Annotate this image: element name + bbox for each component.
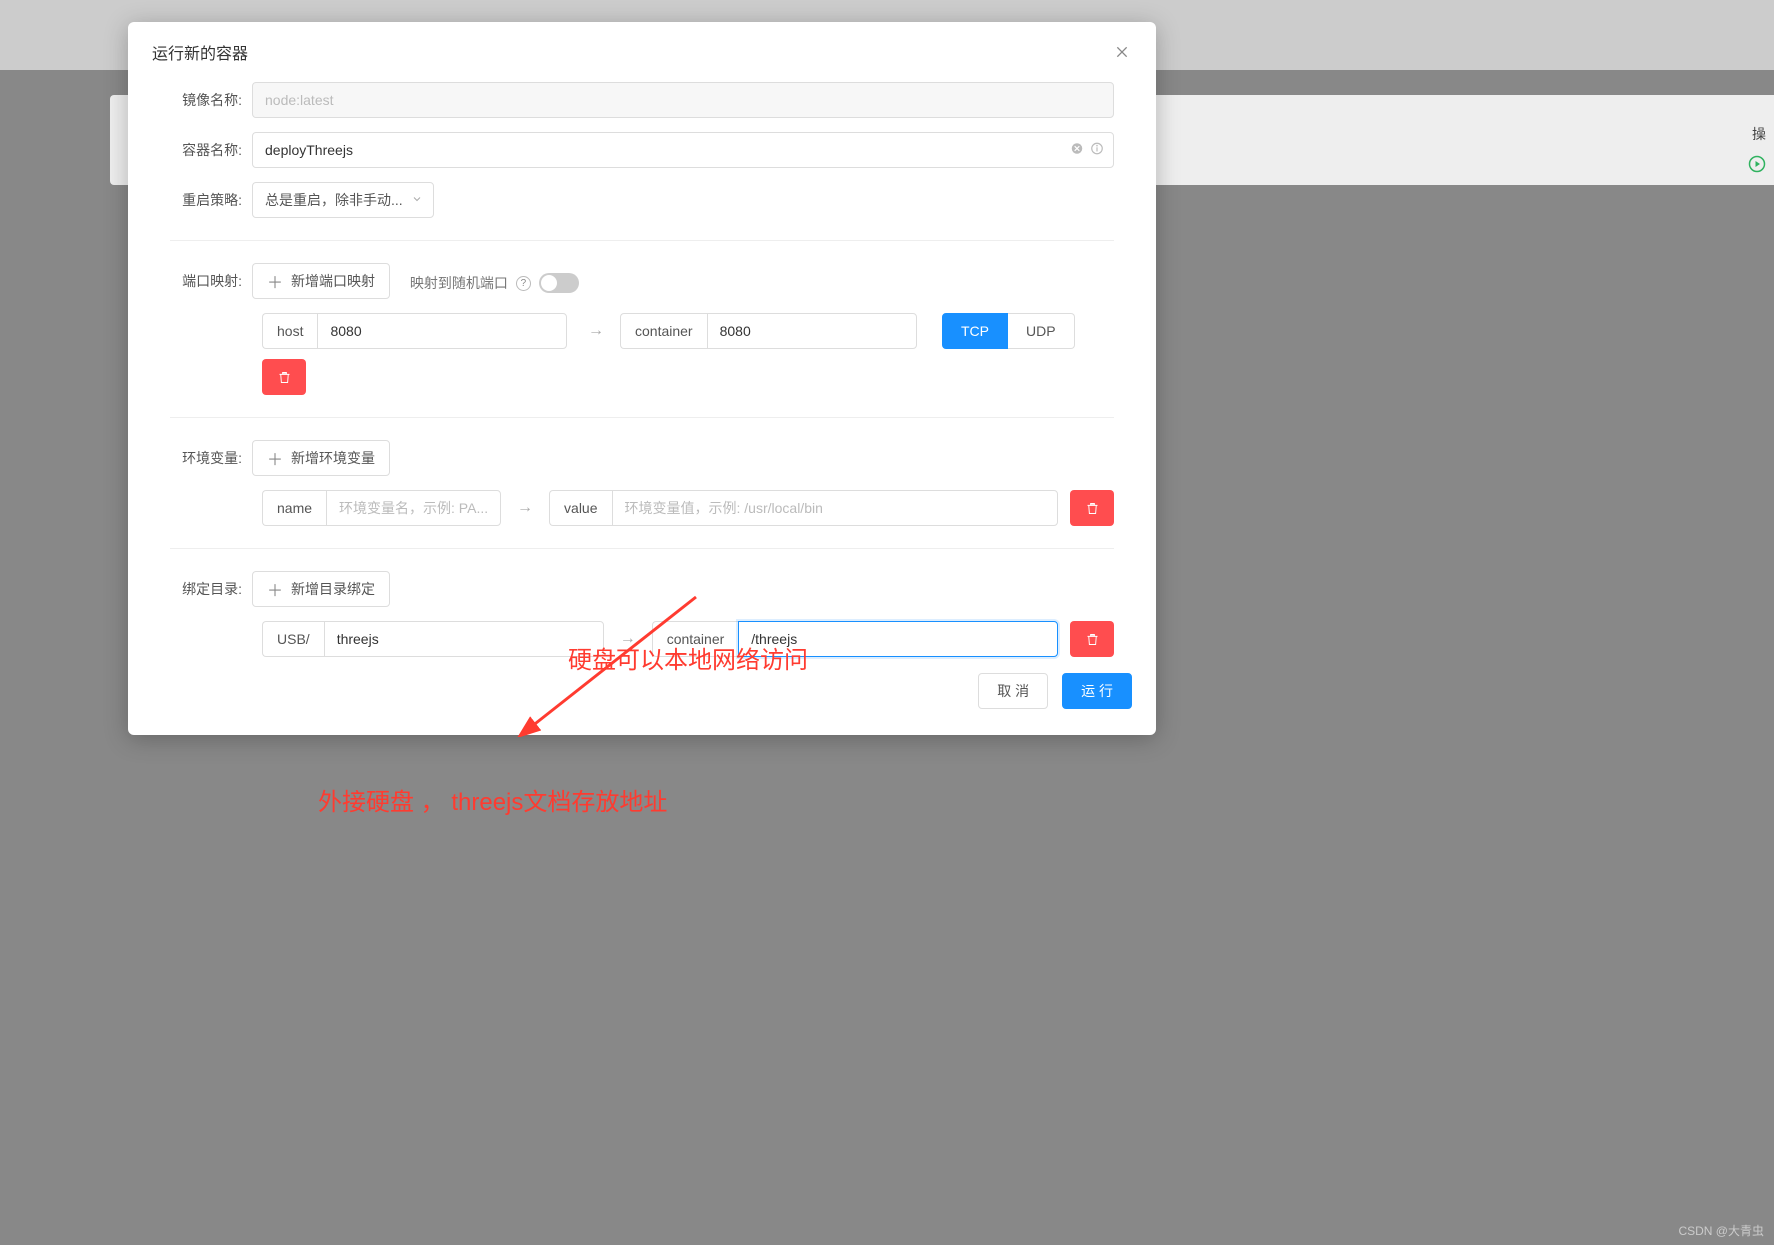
bind-container-input[interactable]	[738, 621, 1058, 657]
trash-icon	[277, 370, 292, 385]
add-env-button[interactable]: ＋ 新增环境变量	[252, 440, 390, 476]
bg-column-header: 操	[1752, 124, 1766, 144]
add-env-label: 新增环境变量	[291, 448, 375, 468]
arrow-right-icon: →	[616, 630, 640, 648]
env-name-input[interactable]	[326, 490, 501, 526]
env-var-label: 环境变量:	[170, 448, 252, 468]
random-port-label: 映射到随机端口	[410, 273, 508, 293]
clear-icon[interactable]	[1070, 142, 1084, 159]
container-port-input[interactable]	[707, 313, 917, 349]
arrow-right-icon: →	[584, 322, 608, 340]
cancel-button[interactable]: 取 消	[978, 673, 1048, 709]
trash-icon	[1085, 501, 1100, 516]
bind-host-input[interactable]	[324, 621, 604, 657]
plus-icon: ＋	[267, 269, 283, 293]
plus-icon: ＋	[267, 577, 283, 601]
image-name-input[interactable]	[252, 82, 1114, 118]
port-mapping-label: 端口映射:	[170, 271, 252, 291]
restart-policy-label: 重启策略:	[170, 190, 252, 210]
trash-icon	[1085, 632, 1100, 647]
modal-title: 运行新的容器	[152, 40, 248, 64]
chevron-down-icon	[411, 192, 423, 208]
add-port-button[interactable]: ＋ 新增端口映射	[252, 263, 390, 299]
add-bind-label: 新增目录绑定	[291, 579, 375, 599]
delete-port-button[interactable]	[262, 359, 306, 395]
help-icon[interactable]: ?	[516, 276, 531, 291]
host-port-prefix: host	[262, 313, 317, 349]
bind-container-prefix: container	[652, 621, 739, 657]
udp-button[interactable]: UDP	[1008, 313, 1075, 349]
delete-env-button[interactable]	[1070, 490, 1114, 526]
bind-host-prefix: USB/	[262, 621, 324, 657]
arrow-right-icon: →	[513, 499, 537, 517]
play-icon	[1748, 155, 1766, 176]
container-port-prefix: container	[620, 313, 707, 349]
delete-bind-button[interactable]	[1070, 621, 1114, 657]
plus-icon: ＋	[267, 446, 283, 470]
add-port-label: 新增端口映射	[291, 271, 375, 291]
run-container-modal: 运行新的容器 镜像名称: 容器名称: 重启策略:	[128, 22, 1156, 735]
tcp-button[interactable]: TCP	[942, 313, 1008, 349]
info-icon[interactable]	[1090, 142, 1104, 159]
container-name-input[interactable]	[252, 132, 1114, 168]
env-value-prefix: value	[549, 490, 611, 526]
random-port-toggle[interactable]	[539, 273, 579, 293]
watermark: CSDN @大青虫	[1678, 1222, 1764, 1239]
bind-mount-label: 绑定目录:	[170, 579, 252, 599]
env-value-input[interactable]	[612, 490, 1059, 526]
restart-policy-select[interactable]: 总是重启，除非手动...	[252, 182, 434, 218]
env-name-prefix: name	[262, 490, 326, 526]
image-name-label: 镜像名称:	[170, 90, 252, 110]
host-port-input[interactable]	[317, 313, 567, 349]
run-button[interactable]: 运 行	[1062, 673, 1132, 709]
container-name-label: 容器名称:	[170, 140, 252, 160]
close-icon[interactable]	[1112, 42, 1132, 62]
add-bind-button[interactable]: ＋ 新增目录绑定	[252, 571, 390, 607]
